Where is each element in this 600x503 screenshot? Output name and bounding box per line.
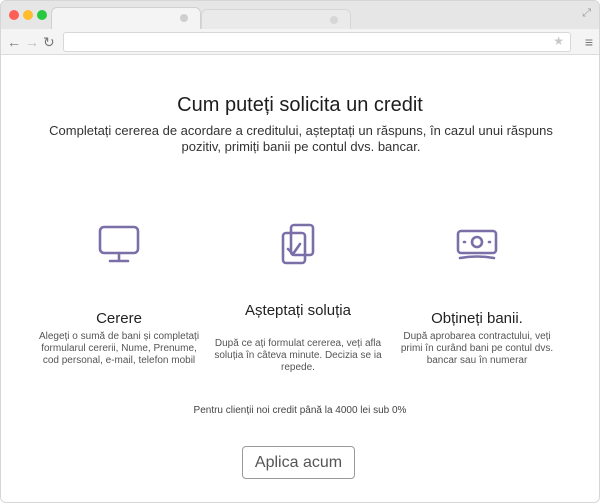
- browser-tab[interactable]: [201, 9, 351, 29]
- title-bar: ⤢: [1, 1, 599, 29]
- tab-close-icon[interactable]: [330, 16, 338, 24]
- step-title: Cerere: [96, 310, 142, 327]
- step-description: Alegeți o sumă de bani și completați for…: [38, 331, 200, 366]
- fullscreen-icon[interactable]: ⤢: [582, 7, 591, 20]
- step-request: Cerere Alegeți o sumă de bani și complet…: [34, 221, 204, 366]
- back-arrow-icon[interactable]: ←: [7, 33, 21, 51]
- page-title: Cum puteți solicita un credit: [177, 94, 423, 116]
- close-window-button[interactable]: [9, 10, 19, 20]
- step-title: Așteptați soluția: [245, 302, 351, 319]
- bookmark-star-icon[interactable]: ★: [553, 34, 564, 48]
- browser-menu-icon[interactable]: ≡: [585, 33, 593, 51]
- step-wait: Așteptați soluția După ce ați formulat c…: [213, 221, 383, 373]
- apply-now-button[interactable]: Aplica acum: [242, 446, 355, 479]
- step-description: După ce ați formulat cererea, veți afla …: [214, 338, 382, 373]
- banknote-icon: [456, 229, 498, 260]
- forward-arrow-icon[interactable]: →: [25, 33, 39, 51]
- browser-toolbar: ← → ↻ ★ ≡: [1, 29, 599, 55]
- reload-icon[interactable]: ↻: [43, 33, 55, 51]
- step-title: Obțineți banii.: [431, 310, 523, 327]
- tab-close-icon[interactable]: [180, 14, 188, 22]
- page-content: Cum puteți solicita un credit Completați…: [1, 56, 599, 502]
- monitor-icon: [98, 225, 140, 263]
- step-description: După aprobarea contractului, veți primi …: [400, 331, 554, 366]
- minimize-window-button[interactable]: [23, 10, 33, 20]
- clipboard-check-icon: [281, 223, 315, 265]
- promo-text: Pentru clienții noi credit până la 4000 …: [193, 405, 407, 416]
- browser-tab-active[interactable]: [51, 7, 201, 29]
- address-bar[interactable]: ★: [63, 32, 571, 52]
- page-subtitle: Completați cererea de acordare a creditu…: [49, 123, 553, 154]
- browser-window: ⤢ ← → ↻ ★ ≡ Cum puteți solicita un credi…: [0, 0, 600, 503]
- maximize-window-button[interactable]: [37, 10, 47, 20]
- step-receive-money: Obțineți banii. După aprobarea contractu…: [392, 221, 562, 366]
